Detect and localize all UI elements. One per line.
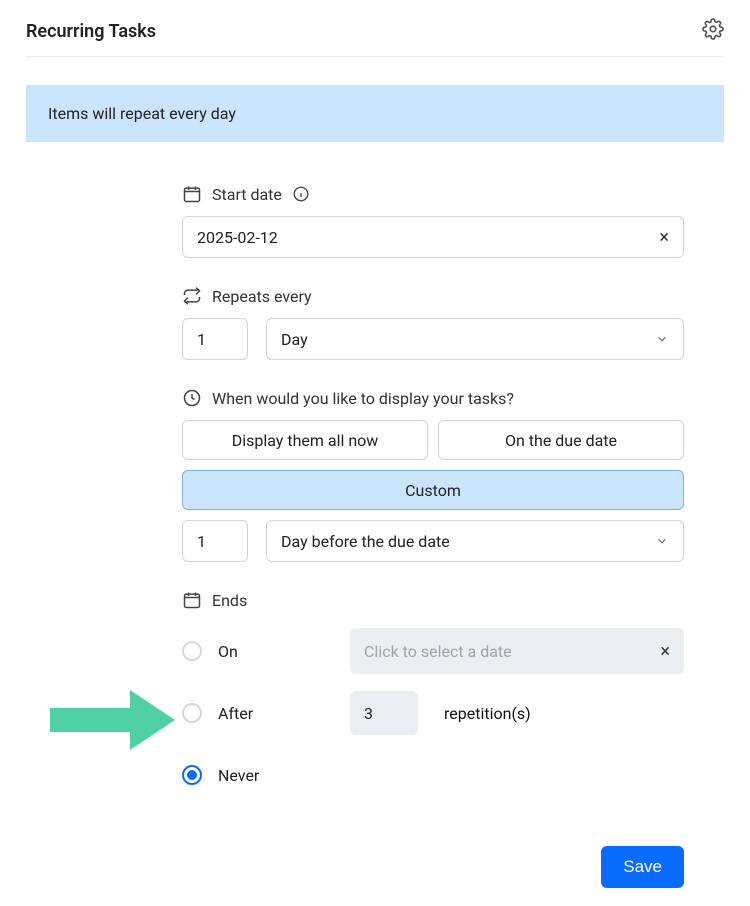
- clear-start-date[interactable]: ×: [659, 227, 669, 248]
- page-title: Recurring Tasks: [26, 21, 156, 42]
- ends-never-radio[interactable]: [182, 765, 202, 785]
- display-all-now-button[interactable]: Display them all now: [182, 420, 428, 460]
- repeat-count-input[interactable]: 1: [182, 318, 248, 360]
- start-date-value: 2025-02-12: [197, 228, 278, 247]
- display-label: When would you like to display your task…: [212, 389, 514, 408]
- ends-never-label: Never: [218, 766, 278, 785]
- ends-label: Ends: [212, 591, 247, 610]
- save-button[interactable]: Save: [601, 846, 684, 888]
- ends-on-date-input[interactable]: Click to select a date ×: [350, 628, 684, 674]
- chevron-down-icon: [655, 534, 669, 548]
- clear-end-date[interactable]: ×: [660, 641, 670, 662]
- ends-on-placeholder: Click to select a date: [364, 642, 512, 661]
- chevron-down-icon: [655, 332, 669, 346]
- settings-button[interactable]: [702, 18, 724, 44]
- ends-after-value: 3: [364, 704, 373, 723]
- start-date-input[interactable]: 2025-02-12 ×: [182, 216, 684, 258]
- custom-unit-value: Day before the due date: [281, 532, 450, 551]
- repeat-count-value: 1: [197, 330, 206, 349]
- start-date-label: Start date: [212, 185, 282, 204]
- repeat-unit-value: Day: [281, 330, 308, 349]
- custom-count-input[interactable]: 1: [182, 520, 248, 562]
- calendar-icon: [182, 184, 202, 204]
- custom-count-value: 1: [197, 532, 206, 551]
- ends-on-radio[interactable]: [182, 641, 202, 661]
- display-custom-button[interactable]: Custom: [182, 470, 684, 510]
- ends-after-radio[interactable]: [182, 703, 202, 723]
- gear-icon: [702, 18, 724, 40]
- info-icon[interactable]: [292, 185, 310, 203]
- ends-after-count-input[interactable]: 3: [350, 691, 418, 735]
- repeats-label: Repeats every: [212, 287, 312, 306]
- repeat-unit-select[interactable]: Day: [266, 318, 684, 360]
- ends-on-label: On: [218, 642, 278, 661]
- ends-after-label: After: [218, 704, 278, 723]
- ends-after-suffix: repetition(s): [444, 704, 531, 723]
- repeat-icon: [182, 286, 202, 306]
- clock-icon: [182, 388, 202, 408]
- calendar-icon: [182, 590, 202, 610]
- display-on-due-button[interactable]: On the due date: [438, 420, 684, 460]
- info-banner: Items will repeat every day: [26, 85, 724, 142]
- custom-unit-select[interactable]: Day before the due date: [266, 520, 684, 562]
